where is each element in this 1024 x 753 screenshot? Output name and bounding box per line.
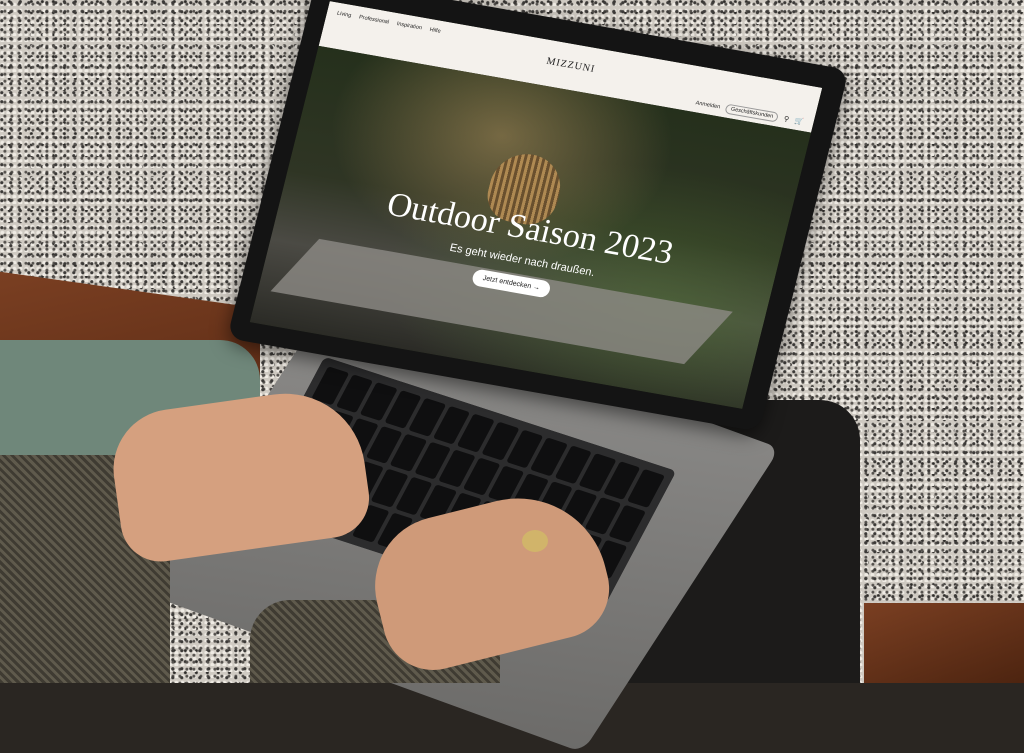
gold-ring — [522, 530, 548, 552]
login-link[interactable]: Anmelden — [695, 100, 721, 110]
search-icon[interactable]: ⚲ — [783, 115, 790, 124]
nav-item-living[interactable]: Living — [336, 11, 352, 19]
wood-floor-right — [864, 603, 1024, 683]
nav-item-hilfe[interactable]: Hilfe — [429, 27, 441, 35]
cart-icon[interactable]: 🛒 — [794, 117, 805, 126]
